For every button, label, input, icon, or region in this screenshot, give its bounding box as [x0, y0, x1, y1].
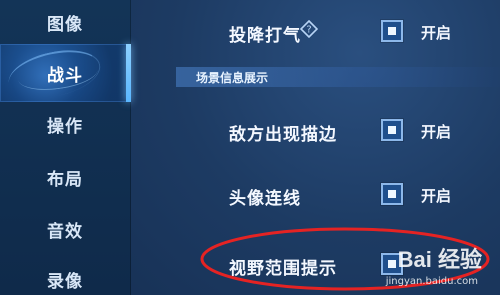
sidebar-item-replay[interactable]: 录像 — [0, 257, 130, 295]
setting-label: 敌方出现描边 — [229, 125, 337, 145]
setting-status-text: 开启 — [421, 24, 452, 42]
sidebar-item-battle[interactable]: 战斗 — [0, 44, 130, 102]
enable-checkbox[interactable] — [381, 183, 403, 205]
sidebar-item-layout[interactable]: 布局 — [0, 155, 130, 199]
sidebar-item-label: 操作 — [47, 116, 83, 137]
checkbox-check-fill — [388, 126, 396, 134]
setting-label: 投降打气 — [229, 26, 301, 46]
setting-label: 视野范围提示 — [229, 259, 337, 279]
sidebar-item-image[interactable]: 图像 — [0, 0, 130, 44]
settings-sidebar: 图像 战斗 操作 布局 音效 录像 — [0, 0, 131, 295]
section-header-text: 场景信息展示 — [196, 71, 269, 85]
sidebar-item-audio[interactable]: 音效 — [0, 207, 130, 251]
baidu-watermark: Bai 经验 jingyan.baidu.com — [344, 242, 482, 287]
setting-row-enemy-outline: 敌方出现描边 开启 — [131, 109, 500, 151]
sidebar-item-controls[interactable]: 操作 — [0, 102, 130, 146]
checkbox-check-fill — [388, 27, 396, 35]
checkbox-check-fill — [388, 190, 396, 198]
setting-status-text: 开启 — [421, 187, 452, 205]
sidebar-item-label: 战斗 — [47, 65, 83, 86]
question-diamond-icon[interactable]: ? — [299, 19, 319, 39]
sidebar-item-label: 音效 — [47, 221, 83, 242]
setting-label: 头像连线 — [229, 189, 301, 209]
svg-text:?: ? — [306, 25, 311, 36]
enable-checkbox[interactable] — [381, 119, 403, 141]
sidebar-item-label: 录像 — [47, 271, 83, 292]
sidebar-item-label: 图像 — [47, 14, 83, 35]
sidebar-item-label: 布局 — [47, 169, 83, 190]
section-header: 场景信息展示 — [176, 67, 500, 87]
watermark-url: jingyan.baidu.com — [385, 276, 478, 287]
setting-row-avatar-link: 头像连线 开启 — [131, 173, 500, 215]
watermark-logo: Bai 经验 — [397, 247, 482, 272]
enable-checkbox[interactable] — [381, 20, 403, 42]
setting-status-text: 开启 — [421, 123, 452, 141]
setting-row-surrender-cheer: 投降打气 ? 开启 — [131, 10, 500, 52]
